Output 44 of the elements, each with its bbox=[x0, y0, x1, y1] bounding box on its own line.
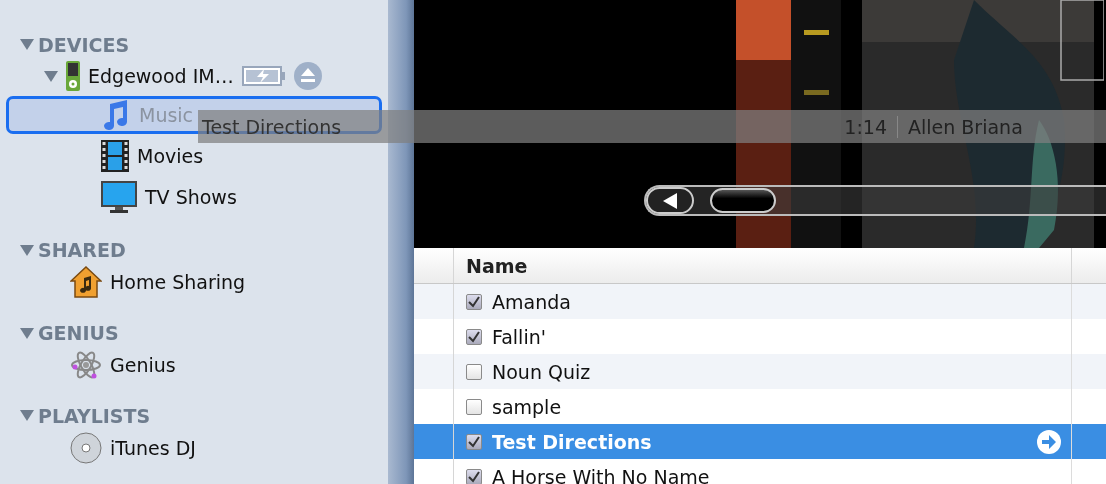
track-name: Fallin' bbox=[492, 325, 546, 348]
section-heading: DEVICES bbox=[38, 33, 130, 56]
atom-icon bbox=[70, 349, 102, 381]
track-row[interactable]: Amanda bbox=[414, 284, 1106, 319]
checkbox[interactable] bbox=[466, 328, 482, 345]
monitor-icon bbox=[101, 181, 137, 213]
ghost-time: 1:14 bbox=[824, 115, 898, 138]
disc-icon bbox=[70, 431, 102, 464]
sidebar-item[interactable]: iTunes DJ bbox=[110, 436, 196, 459]
ghost-artist: Allen Briana bbox=[907, 115, 1023, 138]
sidebar-item[interactable]: Movies bbox=[137, 145, 204, 167]
house-icon bbox=[70, 266, 102, 299]
checkbox[interactable] bbox=[466, 293, 482, 310]
ipod-icon bbox=[66, 61, 80, 92]
disclosure-triangle[interactable] bbox=[20, 410, 34, 422]
track-name: sample bbox=[492, 395, 562, 418]
track-name: A Horse With No Name bbox=[492, 465, 710, 484]
section-heading: GENIUS bbox=[38, 322, 119, 344]
disclosure-triangle[interactable] bbox=[20, 39, 34, 50]
scrubber-track[interactable] bbox=[644, 185, 1106, 216]
checkbox[interactable] bbox=[466, 398, 482, 415]
checkbox[interactable] bbox=[466, 468, 482, 484]
section-heading: PLAYLISTS bbox=[38, 404, 151, 427]
left-arrow-icon bbox=[663, 192, 677, 209]
sidebar-item[interactable]: Genius bbox=[110, 354, 176, 376]
scrubber-knob[interactable] bbox=[710, 188, 776, 213]
track-name: Test Directions bbox=[492, 430, 652, 453]
section-heading: SHARED bbox=[38, 239, 126, 262]
sidebar-item[interactable]: TV Shows bbox=[145, 186, 237, 208]
disclosure-triangle[interactable] bbox=[20, 327, 34, 339]
sidebar-item[interactable]: Edgewood IM… bbox=[88, 65, 234, 88]
track-name: Noun Quiz bbox=[492, 360, 591, 383]
eject-icon[interactable] bbox=[293, 62, 322, 91]
track-row[interactable]: Noun Quiz bbox=[414, 354, 1106, 389]
back-button[interactable] bbox=[646, 187, 694, 214]
splitter[interactable] bbox=[388, 0, 414, 484]
checkbox[interactable] bbox=[466, 433, 482, 450]
disclosure-triangle[interactable] bbox=[20, 244, 34, 256]
arrow-circle-icon[interactable] bbox=[1037, 429, 1061, 454]
battery-icon bbox=[241, 66, 286, 87]
sidebar-item[interactable]: Home Sharing bbox=[110, 271, 246, 294]
track-name: Amanda bbox=[492, 290, 571, 313]
film-icon bbox=[101, 140, 129, 172]
checkbox[interactable] bbox=[466, 363, 482, 380]
